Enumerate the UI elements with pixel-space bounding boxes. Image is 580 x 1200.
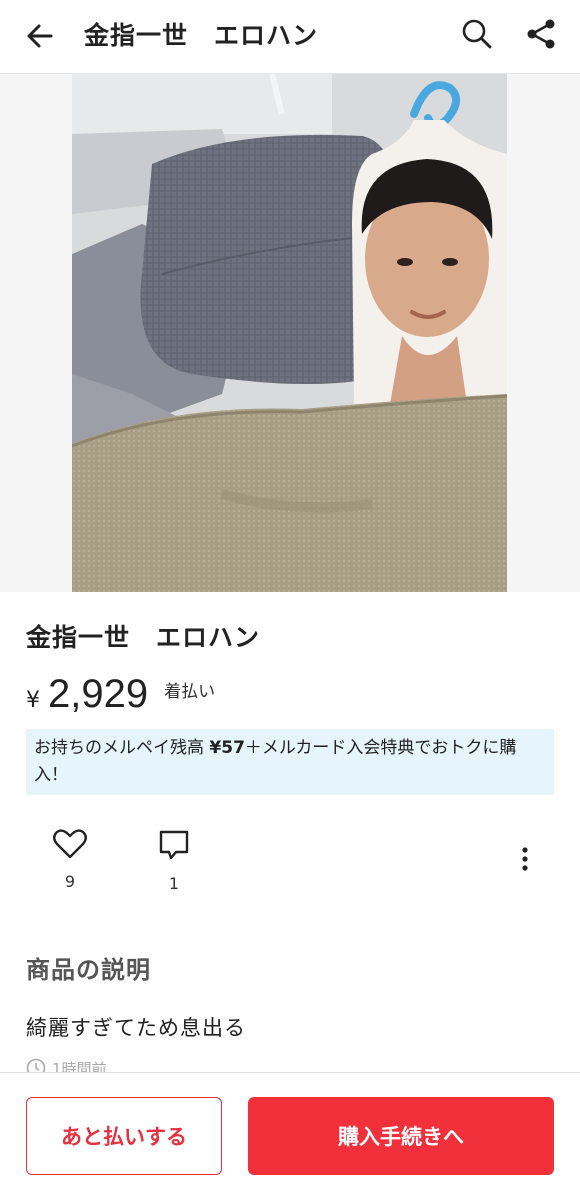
clock-icon: [26, 1058, 46, 1072]
item-title: 金指一世 エロハン: [26, 623, 261, 652]
comment-icon: [159, 830, 189, 860]
page-title: 金指一世 エロハン: [84, 21, 319, 50]
item-photo[interactable]: [72, 74, 507, 592]
arrow-left-icon: [27, 24, 53, 48]
purchase-button[interactable]: 購入手続きへ: [248, 1097, 554, 1175]
description-text: 綺麗すぎてため息出る: [26, 1016, 246, 1040]
promo-text-prefix: お持ちのメルペイ残高: [34, 738, 210, 758]
like-count: 9: [64, 872, 76, 891]
price-row: ¥ 2,929 着払い: [26, 672, 215, 728]
share-icon: [527, 19, 555, 49]
comment-count: 1: [168, 874, 180, 893]
more-vertical-icon: [522, 847, 528, 871]
currency-symbol: ¥: [26, 688, 40, 713]
posted-time: 1時間前: [26, 1058, 107, 1072]
back-button[interactable]: [18, 14, 62, 58]
like-button[interactable]: 9: [40, 828, 100, 891]
more-options-button[interactable]: [510, 844, 540, 874]
promo-amount: ¥57: [209, 738, 245, 758]
merpay-promo-banner[interactable]: お持ちのメルペイ残高 ¥57＋メルカード入会特典でおトクに購入！: [26, 729, 554, 795]
item-photo-image: [72, 74, 507, 592]
item-price: 2,929: [48, 672, 149, 716]
search-button[interactable]: [455, 12, 499, 56]
bottom-action-bar: あと払いする 購入手続きへ: [0, 1072, 580, 1200]
posted-time-text: 1時間前: [52, 1060, 107, 1072]
shipping-fee-label: 着払い: [164, 682, 216, 702]
app-header: 金指一世 エロハン: [0, 0, 580, 74]
comment-button[interactable]: 1: [144, 828, 204, 893]
description-heading: 商品の説明: [26, 956, 151, 984]
search-icon: [462, 19, 492, 49]
share-button[interactable]: [519, 12, 563, 56]
photo-area: [0, 74, 580, 592]
pay-later-button[interactable]: あと払いする: [26, 1097, 222, 1175]
heart-icon: [53, 829, 87, 859]
